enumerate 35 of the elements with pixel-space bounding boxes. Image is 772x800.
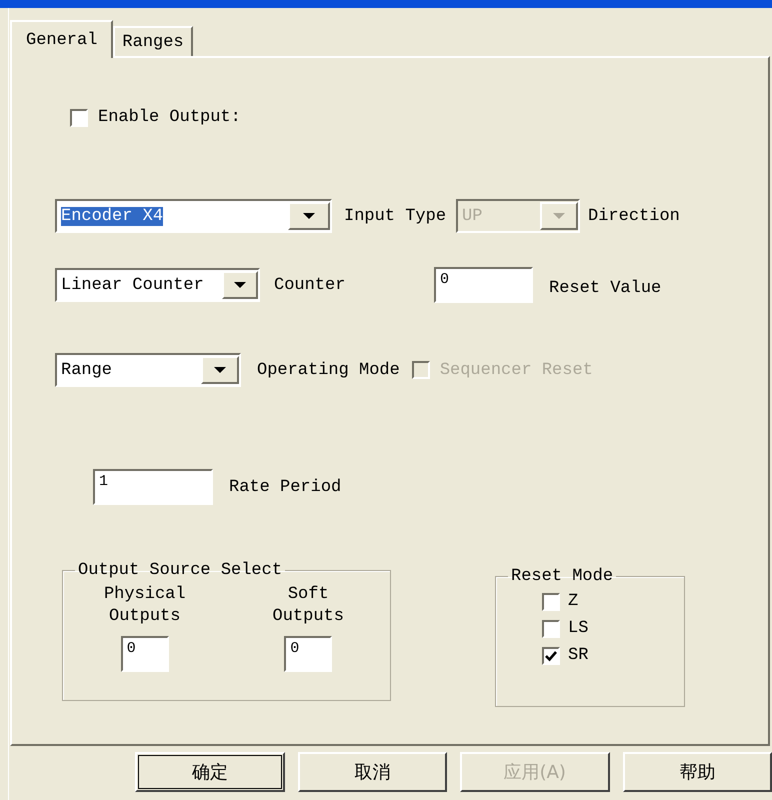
input-field[interactable]: 0 bbox=[284, 636, 332, 672]
dialog-button[interactable]: 取消 bbox=[298, 752, 447, 792]
dropdown[interactable]: Range bbox=[55, 353, 241, 387]
checkbox[interactable] bbox=[542, 592, 560, 610]
field-label: Reset Value bbox=[549, 278, 662, 298]
caret-icon bbox=[552, 212, 566, 220]
column-label: Soft Outputs bbox=[272, 584, 345, 628]
checkbox[interactable] bbox=[542, 620, 560, 638]
field-label: Operating Mode bbox=[257, 360, 400, 380]
group-title: Reset Mode bbox=[511, 567, 614, 586]
dialog-button[interactable]: 确定 bbox=[135, 752, 284, 792]
field-label: Rate Period bbox=[229, 478, 342, 496]
field-label: Counter bbox=[274, 276, 346, 294]
dialog-button[interactable]: 帮助 bbox=[622, 752, 772, 792]
checkbox-label: Enable Output: bbox=[98, 108, 241, 127]
field-label: Input Type bbox=[344, 206, 446, 226]
caret-icon bbox=[213, 366, 227, 374]
input-field[interactable]: 1 bbox=[93, 469, 213, 505]
checkbox-label: Sequencer Reset bbox=[440, 360, 593, 380]
checkbox-label: LS bbox=[568, 619, 588, 638]
checkbox-label: SR bbox=[568, 646, 588, 665]
field-label: Direction bbox=[588, 206, 680, 226]
input-field[interactable]: 0 bbox=[120, 636, 169, 672]
caret-icon bbox=[233, 281, 247, 289]
group-title: Output Source Select bbox=[78, 561, 282, 580]
tab[interactable]: General bbox=[10, 20, 114, 58]
checkbox[interactable] bbox=[70, 108, 88, 126]
dropdown[interactable]: Linear Counter bbox=[55, 268, 260, 302]
input-field[interactable]: 0 bbox=[434, 267, 533, 303]
tab[interactable]: Ranges bbox=[113, 26, 193, 56]
column-label: Physical Outputs bbox=[102, 584, 187, 628]
checkbox-label: Z bbox=[568, 592, 578, 611]
dropdown[interactable]: Encoder X4 bbox=[55, 199, 332, 233]
checkbox[interactable] bbox=[542, 646, 560, 664]
caret-icon bbox=[302, 212, 316, 220]
